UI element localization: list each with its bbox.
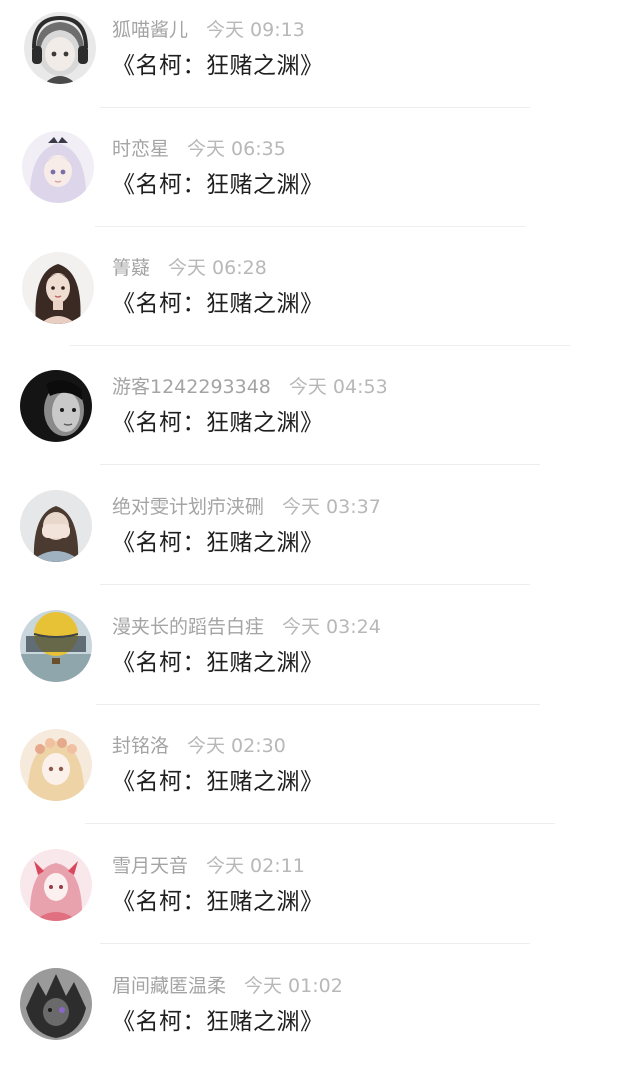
comment-text: 《名柯：狂赌之渊》: [112, 650, 324, 676]
comment-meta: 箐薿 今天 06:28: [112, 254, 267, 282]
timestamp: 今天 02:11: [206, 855, 305, 877]
anime-girl-flower-crown-avatar-icon: [20, 729, 92, 801]
comment-item[interactable]: 漫夹长的蹈告白疰 今天 03:24 《名柯：狂赌之渊》: [0, 597, 640, 716]
divider: [95, 226, 525, 227]
comment-meta: 绝对雯计划疖浃硎 今天 03:37: [112, 493, 381, 521]
timestamp: 今天 03:37: [282, 496, 381, 518]
comment-text: 《名柯：狂赌之渊》: [112, 172, 324, 198]
timestamp: 今天 03:24: [282, 616, 381, 638]
comment-item[interactable]: 时恋星 今天 06:35 《名柯：狂赌之渊》: [0, 119, 640, 238]
divider: [100, 464, 540, 465]
divider: [100, 107, 530, 108]
avatar[interactable]: [22, 131, 94, 203]
timestamp: 今天 06:35: [187, 138, 286, 160]
woman-portrait-avatar-icon: [22, 252, 94, 324]
username[interactable]: 雪月天音: [112, 855, 188, 877]
avatar[interactable]: [24, 12, 96, 84]
comment-item[interactable]: 雪月天音 今天 02:11 《名柯：狂赌之渊》: [0, 836, 640, 955]
girl-headphones-avatar-icon: [24, 12, 96, 84]
comment-item[interactable]: 封铭洛 今天 02:30 《名柯：狂赌之渊》: [0, 716, 640, 835]
divider: [100, 943, 530, 944]
comment-text: 《名柯：狂赌之渊》: [112, 530, 324, 556]
divider: [70, 345, 570, 346]
dark-face-avatar-icon: [20, 370, 92, 442]
divider: [100, 584, 530, 585]
comment-meta: 漫夹长的蹈告白疰 今天 03:24: [112, 613, 381, 641]
comment-item[interactable]: 狐喵酱儿 今天 09:13 《名柯：狂赌之渊》: [0, 0, 640, 119]
username[interactable]: 时恋星: [112, 138, 169, 160]
comment-meta: 时恋星 今天 06:35: [112, 135, 286, 163]
comment-meta: 狐喵酱儿 今天 09:13: [112, 16, 305, 44]
anime-girl-white-hair-avatar-icon: [22, 131, 94, 203]
girl-covering-face-avatar-icon: [20, 490, 92, 562]
comment-text: 《名柯：狂赌之渊》: [112, 291, 324, 317]
username[interactable]: 眉间藏匿温柔: [112, 975, 226, 997]
username[interactable]: 狐喵酱儿: [112, 19, 188, 41]
anime-girl-pink-avatar-icon: [20, 849, 92, 921]
dark-anime-character-avatar-icon: [20, 968, 92, 1040]
comment-meta: 游客1242293348 今天 04:53: [112, 373, 388, 401]
divider: [96, 704, 540, 705]
comment-meta: 雪月天音 今天 02:11: [112, 852, 305, 880]
comment-text: 《名柯：狂赌之渊》: [112, 410, 324, 436]
timestamp: 今天 09:13: [206, 19, 305, 41]
comment-item[interactable]: 游客1242293348 今天 04:53 《名柯：狂赌之渊》: [0, 357, 640, 476]
hot-air-balloon-avatar-icon: [20, 610, 92, 682]
avatar[interactable]: [20, 490, 92, 562]
avatar[interactable]: [20, 729, 92, 801]
comment-item[interactable]: 眉间藏匿温柔 今天 01:02 《名柯：狂赌之渊》: [0, 956, 640, 1075]
comment-text: 《名柯：狂赌之渊》: [112, 1009, 324, 1035]
timestamp: 今天 02:30: [187, 735, 286, 757]
timestamp: 今天 04:53: [288, 376, 388, 398]
divider: [85, 823, 555, 824]
avatar[interactable]: [20, 610, 92, 682]
username[interactable]: 箐薿: [112, 257, 150, 279]
avatar[interactable]: [20, 849, 92, 921]
comment-text: 《名柯：狂赌之渊》: [112, 53, 324, 79]
avatar[interactable]: [20, 370, 92, 442]
avatar[interactable]: [20, 968, 92, 1040]
username[interactable]: 绝对雯计划疖浃硎: [112, 496, 264, 518]
username[interactable]: 漫夹长的蹈告白疰: [112, 616, 264, 638]
comment-text: 《名柯：狂赌之渊》: [112, 889, 324, 915]
comment-meta: 眉间藏匿温柔 今天 01:02: [112, 972, 343, 1000]
timestamp: 今天 01:02: [244, 975, 343, 997]
comment-meta: 封铭洛 今天 02:30: [112, 732, 286, 760]
comment-text: 《名柯：狂赌之渊》: [112, 769, 324, 795]
username[interactable]: 封铭洛: [112, 735, 169, 757]
comment-item[interactable]: 绝对雯计划疖浃硎 今天 03:37 《名柯：狂赌之渊》: [0, 477, 640, 596]
avatar[interactable]: [22, 252, 94, 324]
username[interactable]: 游客1242293348: [112, 376, 271, 398]
comment-item[interactable]: 箐薿 今天 06:28 《名柯：狂赌之渊》: [0, 238, 640, 357]
comment-list: 狐喵酱儿 今天 09:13 《名柯：狂赌之渊》 时恋星 今天 06:35 《名柯：狂…: [0, 0, 640, 1057]
timestamp: 今天 06:28: [168, 257, 267, 279]
